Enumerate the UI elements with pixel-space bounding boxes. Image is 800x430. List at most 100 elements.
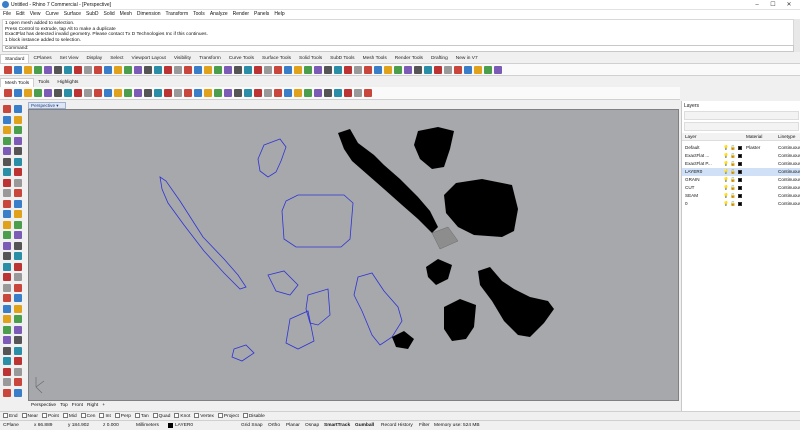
tab-new-in-v7[interactable]: New in V7 [452, 54, 482, 63]
toolbar-tool-icon[interactable] [64, 66, 72, 74]
menu-analyze[interactable]: Analyze [210, 11, 228, 17]
linetype-cell[interactable]: Continuous [778, 160, 800, 168]
osnap-mid[interactable]: Mid [62, 413, 77, 419]
left-tool-icon[interactable] [3, 262, 11, 271]
layer-color-swatch[interactable] [738, 161, 742, 166]
toolbar-tool-icon[interactable] [174, 89, 182, 97]
tab-standard[interactable]: Standard [0, 54, 30, 63]
left-tool-icon[interactable] [3, 241, 11, 250]
toolbar-tool-icon[interactable] [414, 66, 422, 74]
osnap-quad[interactable]: Quad [152, 413, 170, 419]
toolbar-tool-icon[interactable] [474, 66, 482, 74]
left-tool-icon[interactable] [14, 126, 22, 134]
visibility-bulb-icon[interactable]: 💡 [723, 200, 729, 208]
linetype-cell[interactable]: Continuous [778, 184, 800, 192]
left-tool-icon[interactable] [14, 210, 22, 218]
osnap-cen[interactable]: Cen [80, 413, 95, 419]
visibility-bulb-icon[interactable]: 💡 [723, 144, 729, 152]
left-tool-icon[interactable] [14, 315, 22, 323]
left-tool-icon[interactable] [3, 336, 11, 344]
toolbar-tool-icon[interactable] [224, 89, 232, 97]
menu-panels[interactable]: Panels [254, 11, 269, 17]
toolbar-tool-icon[interactable] [314, 66, 322, 74]
toolbar-tool-icon[interactable] [284, 66, 292, 74]
toolbar-tool-icon[interactable] [454, 66, 462, 74]
left-tool-icon[interactable] [3, 388, 11, 397]
left-tool-icon[interactable] [3, 231, 11, 239]
left-tool-icon[interactable] [3, 199, 11, 208]
layer-color-swatch[interactable] [738, 169, 742, 174]
toolbar-tool-icon[interactable] [154, 89, 162, 97]
tab-surface-tools[interactable]: Surface Tools [258, 54, 295, 63]
lock-icon[interactable]: 🔓 [730, 192, 736, 200]
toolbar-tool-icon[interactable] [344, 89, 352, 97]
tab-curve-tools[interactable]: Curve Tools [225, 54, 258, 63]
linetype-cell[interactable]: Continuous [778, 176, 800, 184]
layer-row[interactable]: Default 💡 🔓 Plaster Continuous [682, 144, 800, 152]
toolbar-tool-icon[interactable] [4, 66, 12, 74]
menu-file[interactable]: File [3, 11, 11, 17]
toolbar-tool-icon[interactable] [24, 89, 32, 97]
toolbar-tool-icon[interactable] [164, 89, 172, 97]
toolbar-tool-icon[interactable] [314, 89, 322, 97]
linetype-cell[interactable]: Continuous [778, 192, 800, 200]
toolbar-tool-icon[interactable] [4, 89, 12, 97]
toolbar-tool-icon[interactable] [124, 89, 132, 97]
toolbar-tool-icon[interactable] [104, 89, 112, 97]
tab-viewport-layout[interactable]: Viewport Layout [128, 54, 170, 63]
toolbar-tool-icon[interactable] [424, 66, 432, 74]
toolbar-tool-icon[interactable] [234, 66, 242, 74]
visibility-bulb-icon[interactable]: 💡 [723, 184, 729, 192]
left-tool-icon[interactable] [14, 304, 22, 313]
col-material[interactable]: Material [746, 133, 762, 141]
toolbar-tool-icon[interactable] [44, 66, 52, 74]
toolbar-tool-icon[interactable] [124, 66, 132, 74]
col-layer[interactable]: Layer [685, 133, 697, 141]
toolbar-tool-icon[interactable] [44, 89, 52, 97]
toolbar-tool-icon[interactable] [394, 66, 402, 74]
visibility-bulb-icon[interactable]: 💡 [723, 176, 729, 184]
toolbar-tool-icon[interactable] [244, 89, 252, 97]
tab-solid-tools[interactable]: Solid Tools [295, 54, 326, 63]
menu-curve[interactable]: Curve [45, 11, 58, 17]
toolbar-tool-icon[interactable] [204, 89, 212, 97]
toolbar-tool-icon[interactable] [94, 89, 102, 97]
toolbar-tool-icon[interactable] [214, 89, 222, 97]
osnap-tan[interactable]: Tan [134, 413, 149, 419]
toolbar-tool-icon[interactable] [364, 89, 372, 97]
toolbar-tool-icon[interactable] [14, 66, 22, 74]
toolbar-tool-icon[interactable] [294, 89, 302, 97]
tab-subd-tools[interactable]: SubD Tools [326, 54, 358, 63]
toolbar-tool-icon[interactable] [74, 89, 82, 97]
toolbar-tool-icon[interactable] [114, 89, 122, 97]
left-tool-icon[interactable] [14, 220, 22, 229]
layer-color-swatch[interactable] [738, 177, 742, 182]
left-tool-icon[interactable] [14, 346, 22, 355]
left-tool-icon[interactable] [3, 283, 11, 292]
toolbar-tool-icon[interactable] [364, 66, 372, 74]
toolbar-tool-icon[interactable] [324, 66, 332, 74]
osnap-perp[interactable]: Perp [114, 413, 131, 419]
visibility-bulb-icon[interactable]: 💡 [723, 152, 729, 160]
menu-tools[interactable]: Tools [193, 11, 205, 17]
tab-transform[interactable]: Transform [195, 54, 225, 63]
left-tool-icon[interactable] [14, 367, 22, 376]
toolbar-tool-icon[interactable] [274, 89, 282, 97]
left-tool-icon[interactable] [3, 304, 11, 313]
layer-color-swatch[interactable] [738, 153, 742, 158]
toolbar-tool-icon[interactable] [194, 66, 202, 74]
toolbar-tool-icon[interactable] [14, 89, 22, 97]
layer-color-swatch[interactable] [738, 193, 742, 198]
command-input[interactable]: Command: [2, 45, 794, 52]
toolbar-tool-icon[interactable] [234, 89, 242, 97]
toolbar-tool-icon[interactable] [304, 66, 312, 74]
toolbar-tool-icon[interactable] [254, 89, 262, 97]
tab-tools[interactable]: Tools [34, 78, 53, 87]
toolbar-tool-icon[interactable] [144, 66, 152, 74]
menu-solid[interactable]: Solid [104, 11, 115, 17]
layer-row[interactable]: GRAIN 💡 🔓 Continuous [682, 176, 800, 184]
osnap-point[interactable]: Point [41, 413, 59, 419]
close-button[interactable]: ✕ [784, 1, 794, 9]
lock-icon[interactable]: 🔓 [730, 200, 736, 208]
left-tool-icon[interactable] [14, 157, 22, 166]
